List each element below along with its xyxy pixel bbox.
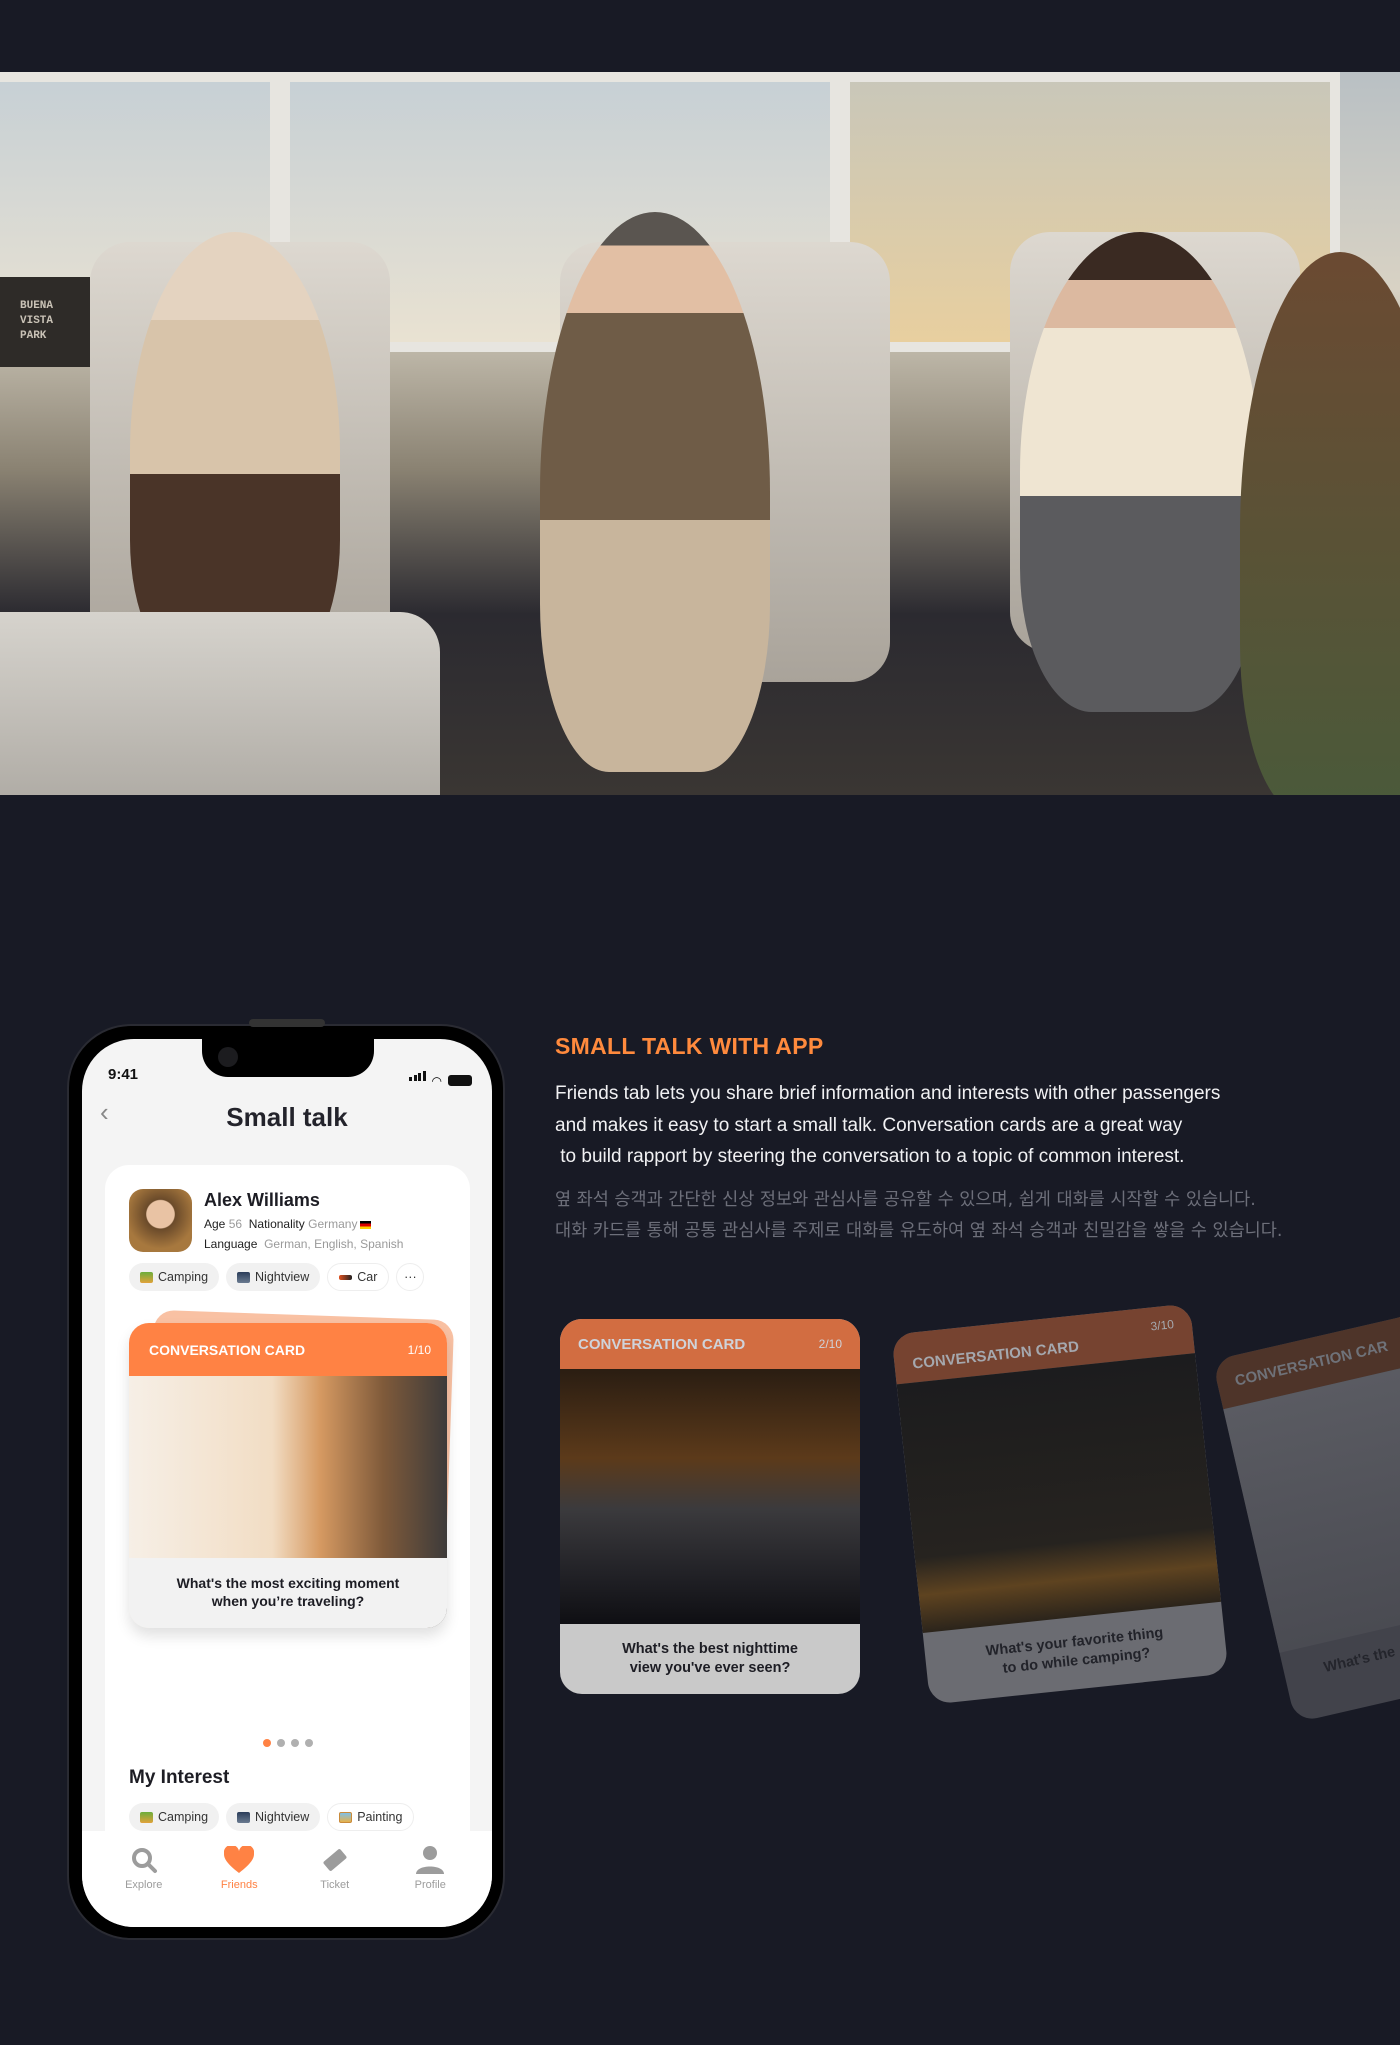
description-line: and makes it easy to start a small talk.… [555,1114,1183,1136]
tag-label: Nightview [255,1270,310,1284]
card-header: CONVERSATION CARD 1/10 [129,1323,447,1376]
card-header: CONVERSATION CARD 2/10 [560,1319,860,1369]
page-dot[interactable] [276,1739,285,1747]
conversation-card-3[interactable]: CONVERSATION CARD 3/10 What's your favori… [891,1303,1229,1705]
notch [202,1039,374,1077]
wifi-icon: ◠ [431,1074,442,1088]
description-line: 대화 카드를 통해 공통 관심사를 주제로 대화를 유도하여 옆 좌석 승객과 … [555,1221,1283,1241]
seat [0,612,440,795]
page-dot[interactable] [290,1739,299,1747]
card-question: What's the most exciting moment when you’… [129,1558,447,1628]
tag-camping[interactable]: Camping [129,1803,220,1831]
profile-card: Alex Williams Age 56 Nationality Germany… [105,1165,470,1855]
profile-info: Age 56 Nationality Germany [204,1217,372,1231]
nav-profile[interactable]: Profile [390,1831,470,1927]
card-label: CONVERSATION CARD [149,1341,306,1358]
my-interest-title: My Interest [129,1767,230,1788]
question-line: What's the most exciting moment [176,1575,400,1591]
tag-nightview[interactable]: Nightview [226,1803,321,1831]
ticket-icon [320,1845,350,1875]
park-sign: BUENA VISTA PARK [0,277,90,367]
camping-icon [140,1811,153,1823]
nav-label: Profile [414,1879,446,1891]
page-dot[interactable] [304,1739,313,1747]
camping-icon [140,1271,153,1283]
conversation-card-4[interactable]: CONVERSATION CAR What's the [1212,1293,1400,1723]
card-counter: 3/10 [1149,1317,1175,1334]
language-label: Language [204,1237,258,1251]
person-icon [415,1845,445,1875]
question-line: when you’re traveling? [211,1593,365,1609]
nav-explore[interactable]: Explore [104,1831,184,1927]
profile-language: Language German, English, Spanish [204,1237,403,1251]
woman-passenger [130,232,340,672]
tag-label: Nightview [255,1810,310,1824]
conversation-card-2[interactable]: CONVERSATION CARD 2/10 What's the best ni… [560,1319,860,1694]
card-image-city-night [560,1369,860,1624]
section-title: SMALL TALK WITH APP [555,1033,824,1059]
conversation-card[interactable]: CONVERSATION CARD 1/10 What's the most ex… [129,1309,455,1628]
pagination-dots [105,1739,470,1747]
page-dot[interactable] [262,1739,271,1747]
description-line: 옆 좌석 승객과 간단한 신상 정보와 관심사를 공유할 수 있으며, 쉽게 대… [555,1190,1256,1210]
more-tags-button[interactable]: ··· [396,1263,425,1291]
age-value: 56 [228,1217,243,1231]
card-counter: 2/10 [818,1337,842,1351]
speaker [249,1019,325,1027]
question-line: view you've ever seen? [629,1660,791,1676]
avatar [129,1189,192,1252]
phone-mockup: 9:41 ◠ ‹ Small talk Alex Williams Age 56… [67,1019,505,1940]
search-icon [129,1845,159,1875]
description-line: Friends tab lets you share brief informa… [555,1083,1221,1104]
germany-flag-icon [360,1220,372,1229]
page-title: Small talk [226,1102,348,1132]
description-en: Friends tab lets you share brief informa… [555,1078,1315,1173]
interest-tags: Camping Nightview Painting [129,1803,415,1831]
tag-nightview[interactable]: Nightview [226,1263,321,1291]
age-label: Age [204,1217,226,1231]
card-label: CONVERSATION CARD [578,1335,746,1353]
profile-name: Alex Williams [204,1190,320,1210]
status-time: 9:41 [108,1066,139,1083]
tag-label: Camping [158,1270,209,1284]
nightview-icon [237,1811,251,1823]
nav-label: Friends [220,1879,258,1891]
nav-friends[interactable]: Friends [199,1831,279,1927]
painting-icon [339,1811,353,1823]
status-icons: ◠ [408,1068,472,1088]
battery-icon [448,1075,472,1086]
tag-painting[interactable]: Painting [327,1803,415,1831]
tag-label: Painting [357,1810,403,1824]
card-counter: 1/10 [407,1342,431,1357]
tag-label: Car [357,1270,378,1284]
conversation-card-front: CONVERSATION CARD 1/10 What's the most ex… [129,1323,447,1628]
question-line: What's the best nighttime [622,1641,798,1657]
nav-ticket[interactable]: Ticket [295,1831,375,1927]
tag-car[interactable]: Car [327,1263,390,1291]
nav-label: Explore [125,1879,163,1891]
relaxing-passenger [1020,232,1260,712]
description-ko: 옆 좌석 승객과 간단한 신상 정보와 관심사를 공유할 수 있으며, 쉽게 대… [555,1185,1355,1247]
tag-label: Camping [158,1810,209,1824]
camera [218,1047,238,1067]
nationality-value: Germany [308,1217,358,1231]
card-image-camping-night [896,1353,1222,1634]
phone-screen: 9:41 ◠ ‹ Small talk Alex Williams Age 56… [82,1039,492,1927]
man-passenger [540,212,770,772]
nightview-icon [237,1271,251,1283]
description-line: to build rapport by steering the convers… [555,1146,1185,1167]
nav-label: Ticket [320,1879,350,1891]
car-icon [339,1274,353,1280]
tag-camping[interactable]: Camping [129,1263,220,1291]
signal-icon [408,1068,426,1086]
bottom-nav: Explore Friends Ticket Profile [82,1831,492,1927]
profile-tags: Camping Nightview Car ··· [129,1263,425,1291]
card-question: What's the best nighttime view you've eve… [560,1624,860,1678]
hero-photo: BUENA VISTA PARK [0,72,1400,795]
heart-icon [224,1845,255,1875]
nationality-label: Nationality [248,1217,305,1231]
language-value: German, English, Spanish [264,1237,404,1251]
